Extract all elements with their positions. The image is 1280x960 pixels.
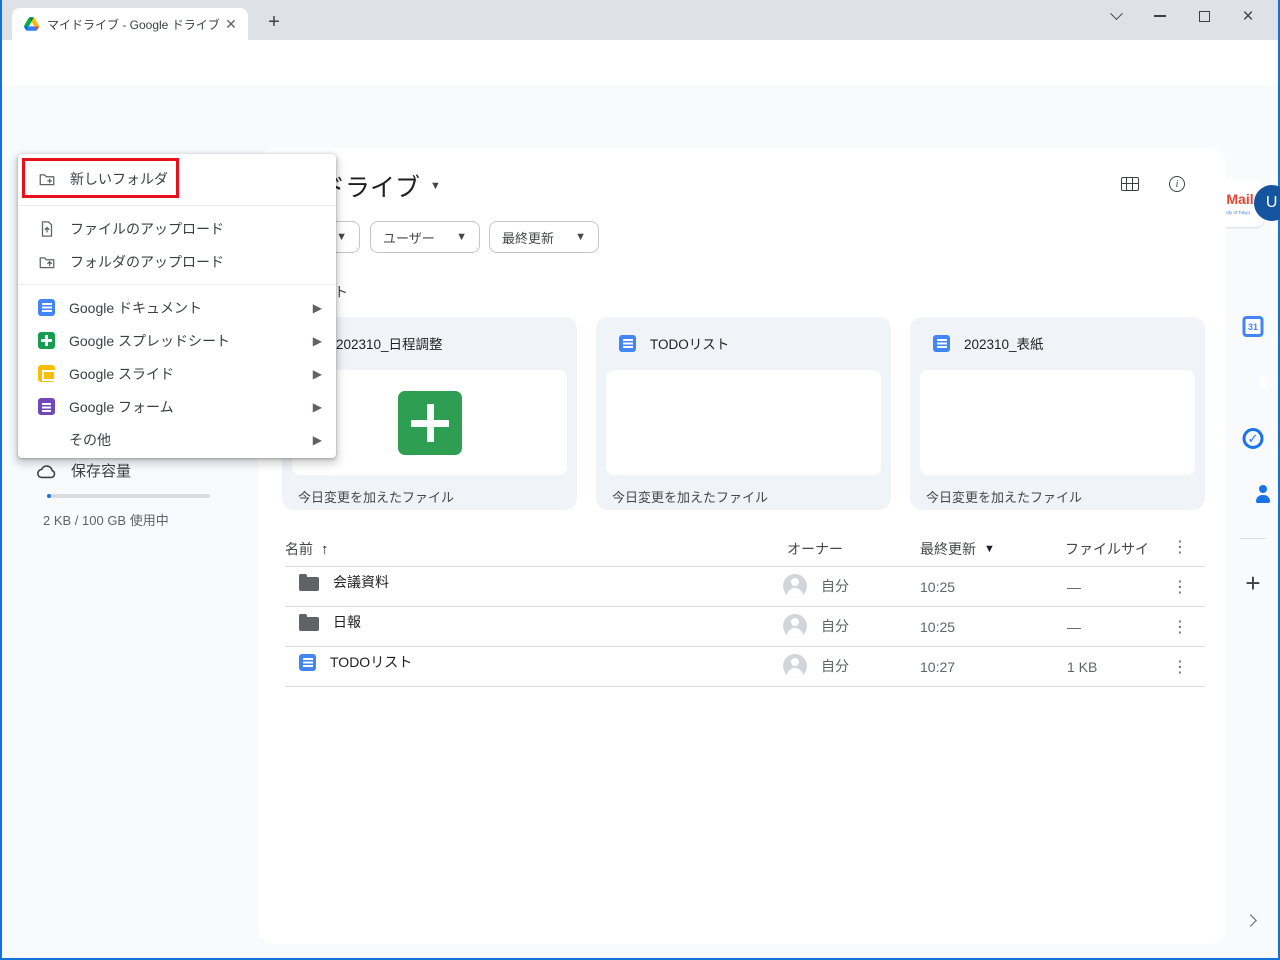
google-docs-icon — [619, 335, 636, 352]
minimize-button[interactable] — [1138, 1, 1182, 31]
menu-item-google-slides[interactable]: Google スライド ▶ — [18, 357, 336, 390]
row-actions-kebab-icon[interactable]: ⋮ — [1172, 617, 1188, 637]
new-tab-button[interactable]: + — [262, 10, 286, 34]
grid-view-toggle-icon[interactable] — [1121, 177, 1139, 191]
user-filter-chip[interactable]: ユーザー▼ — [370, 221, 480, 253]
maximize-button[interactable] — [1182, 1, 1226, 31]
row-actions-kebab-icon[interactable]: ⋮ — [1172, 577, 1188, 597]
column-settings-kebab-icon[interactable]: ⋮ — [1172, 537, 1188, 557]
folder-icon — [299, 617, 319, 631]
row-actions-kebab-icon[interactable]: ⋮ — [1172, 657, 1188, 677]
owner-avatar — [783, 654, 807, 678]
side-apps-rail: 31 ✓ + — [1226, 148, 1280, 958]
column-header-modified[interactable]: 最終更新▼ — [920, 539, 995, 559]
menu-item-more[interactable]: その他 ▶ — [18, 423, 336, 456]
file-preview — [606, 370, 881, 475]
folder-upload-icon — [38, 253, 56, 271]
submenu-arrow-icon: ▶ — [313, 367, 322, 381]
file-preview — [920, 370, 1195, 475]
google-forms-icon — [38, 398, 55, 415]
google-docs-icon — [933, 335, 950, 352]
tab-close-icon[interactable]: ✕ — [222, 16, 240, 33]
sort-descending-arrow-icon: ▼ — [984, 543, 995, 555]
column-header-name[interactable]: 名前↑ — [285, 539, 329, 559]
storage-progress-bar — [47, 494, 210, 498]
new-folder-icon — [38, 170, 56, 188]
file-card[interactable]: TODOリスト 今日変更を加えたファイル — [596, 317, 891, 510]
chevron-down-icon: ▼ — [456, 231, 467, 243]
submenu-arrow-icon: ▶ — [313, 334, 322, 348]
column-header-owner[interactable]: オーナー — [787, 539, 843, 559]
menu-item-folder-upload[interactable]: フォルダのアップロード — [18, 245, 336, 278]
menu-item-google-forms[interactable]: Google フォーム ▶ — [18, 390, 336, 423]
sort-ascending-arrow-icon: ↑ — [321, 541, 329, 558]
browser-toolbar: ← → drive.google.com/drive/my-drive ☆ U … — [2, 40, 1278, 85]
file-card[interactable]: 202310_表紙 今日変更を加えたファイル — [910, 317, 1205, 510]
close-button[interactable]: × — [1226, 1, 1270, 31]
drive-header: ドライブ ? ⚙ ECCS Cloud Mail Information Tec… — [2, 85, 1278, 148]
tab-title: マイドライブ - Google ドライブ — [47, 16, 222, 33]
menu-item-google-docs[interactable]: Google ドキュメント ▶ — [18, 291, 336, 324]
new-menu-dropdown: 新しいフォルダ ファイルのアップロード フォルダのアップロード Google ド… — [18, 154, 336, 458]
menu-item-new-folder[interactable]: 新しいフォルダ — [18, 159, 336, 199]
tasks-icon[interactable]: ✓ — [1243, 428, 1264, 449]
calendar-icon[interactable]: 31 — [1243, 316, 1264, 337]
modified-filter-chip[interactable]: 最終更新▼ — [489, 221, 599, 253]
browser-window: マイドライブ - Google ドライブ ✕ + × ← → drive.goo… — [0, 0, 1280, 960]
titlebar: マイドライブ - Google ドライブ ✕ + × — [2, 0, 1278, 40]
chevron-down-icon: ▼ — [336, 231, 347, 243]
column-header-size[interactable]: ファイルサイ — [1065, 539, 1149, 559]
owner-avatar — [783, 574, 807, 598]
file-upload-icon — [38, 220, 56, 238]
menu-item-file-upload[interactable]: ファイルのアップロード — [18, 212, 336, 245]
google-slides-icon — [38, 365, 55, 382]
menu-item-google-sheets[interactable]: Google スプレッドシート ▶ — [18, 324, 336, 357]
table-row[interactable]: TODOリスト — [299, 652, 412, 672]
submenu-arrow-icon: ▶ — [313, 400, 322, 414]
google-sheets-logo-icon — [398, 391, 462, 455]
table-row[interactable]: 会議資料 — [299, 572, 389, 592]
google-docs-icon — [299, 654, 316, 671]
browser-tab[interactable]: マイドライブ - Google ドライブ ✕ — [12, 8, 248, 40]
cloud-icon — [36, 462, 58, 480]
chevron-down-icon: ▼ — [575, 231, 586, 243]
info-icon[interactable]: i — [1169, 176, 1185, 192]
storage-usage-text: 2 KB / 100 GB 使用中 — [43, 510, 169, 529]
google-docs-icon — [38, 299, 55, 316]
submenu-arrow-icon: ▶ — [313, 301, 322, 315]
drive-favicon-icon — [24, 17, 39, 31]
table-row[interactable]: 日報 — [299, 612, 361, 632]
submenu-arrow-icon: ▶ — [313, 433, 322, 447]
owner-avatar — [783, 614, 807, 638]
folder-icon — [299, 577, 319, 591]
storage-label[interactable]: 保存容量 — [71, 460, 131, 481]
google-sheets-icon — [38, 332, 55, 349]
chevron-down-icon: ▼ — [430, 180, 441, 192]
get-add-ons-plus-icon[interactable]: + — [1245, 570, 1260, 597]
window-menu-chevron-icon[interactable] — [1094, 1, 1138, 31]
